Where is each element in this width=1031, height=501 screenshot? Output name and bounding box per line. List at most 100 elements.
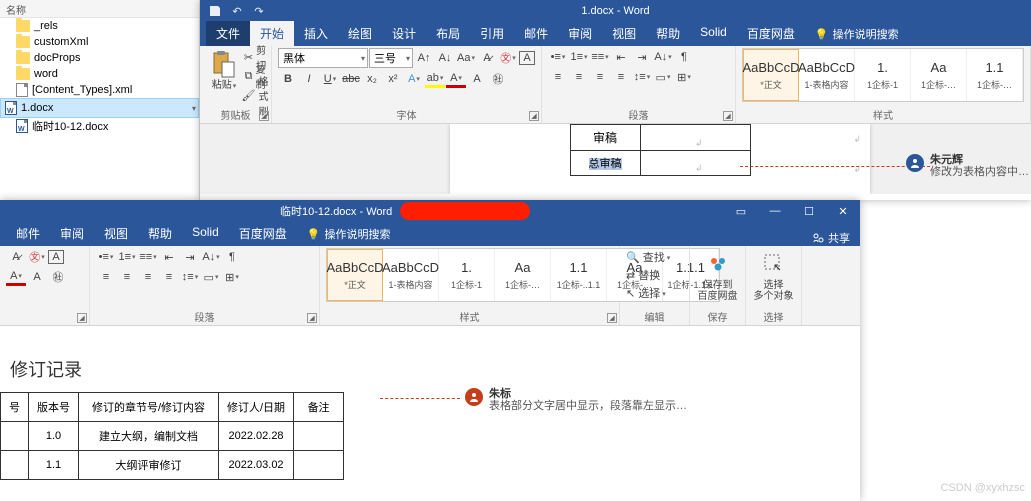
explorer-item[interactable]: word	[0, 66, 199, 82]
char-shading-button[interactable]: A	[467, 70, 487, 88]
ribbon-tab[interactable]: 邮件	[6, 221, 50, 246]
italic-button[interactable]: I	[299, 70, 319, 88]
comment-thread[interactable]: 朱标 表格部分文字居中显示，段落靠左显示…	[465, 388, 687, 412]
decrease-indent-button[interactable]: ⇤	[159, 248, 179, 266]
strike-button[interactable]: abc	[341, 70, 361, 88]
table-cell[interactable]	[1, 451, 29, 480]
table-cell[interactable]: 1.1	[29, 451, 79, 480]
ribbon-tab[interactable]: 布局	[426, 21, 470, 46]
ribbon-tab[interactable]: 绘图	[338, 21, 382, 46]
align-center-button[interactable]: ≡	[117, 268, 137, 286]
align-left-button[interactable]: ≡	[96, 268, 116, 286]
ribbon-tab[interactable]: 引用	[470, 21, 514, 46]
style-item[interactable]: AaBbCcD*正文	[327, 249, 383, 301]
multilevel-button[interactable]: ≡≡	[138, 248, 158, 266]
increase-indent-button[interactable]: ⇥	[180, 248, 200, 266]
table-row[interactable]: 1.0建立大纲，编制文档2022.02.28	[1, 422, 344, 451]
table-header[interactable]: 号	[1, 393, 29, 422]
cell-r2c2[interactable]: ↲	[640, 151, 750, 176]
subscript-button[interactable]: x₂	[362, 70, 382, 88]
cell-r1c2[interactable]: ↲	[640, 125, 750, 151]
revision-table[interactable]: 号版本号修订的章节号/修订内容修订人/日期备注 1.0建立大纲，编制文档2022…	[0, 392, 344, 480]
para-launcher[interactable]: ◢	[723, 111, 733, 121]
numbering-button[interactable]: 1≡	[117, 248, 137, 266]
sort-button[interactable]: A↓	[201, 248, 221, 266]
justify-button[interactable]: ≡	[159, 268, 179, 286]
char-border-button[interactable]: A	[48, 250, 64, 264]
shading-button[interactable]: ▭	[201, 268, 221, 286]
text-effects-button[interactable]: A	[404, 70, 424, 88]
table-header[interactable]: 修订人/日期	[219, 393, 294, 422]
style-item[interactable]: AaBbCcD1-表格内容	[383, 249, 439, 301]
explorer-item[interactable]: 临时10-12.docx	[0, 118, 199, 134]
align-right-button[interactable]: ≡	[138, 268, 158, 286]
tell-me[interactable]: 💡 操作说明搜索	[297, 222, 401, 246]
char-shading-button[interactable]: A	[27, 268, 47, 286]
line-spacing-button[interactable]: ↕≡	[180, 268, 200, 286]
grow-font-button[interactable]: A↑	[414, 49, 434, 67]
doc-heading[interactable]: 修订记录	[10, 356, 860, 382]
explorer-item[interactable]: 1.docx	[0, 98, 199, 118]
table-cell[interactable]	[1, 422, 29, 451]
explorer-header[interactable]: 名称	[0, 0, 199, 18]
explorer-item[interactable]: docProps	[0, 50, 199, 66]
style-item[interactable]: 1.11企标-…	[967, 49, 1023, 101]
table-cell[interactable]	[294, 451, 344, 480]
bullets-button[interactable]: •≡	[548, 48, 568, 66]
char-border-button[interactable]: A	[519, 51, 535, 65]
borders-button[interactable]: ⊞	[674, 68, 694, 86]
ribbon-tab[interactable]: 视图	[602, 21, 646, 46]
baidu-save-button[interactable]: 保存到 百度网盘	[696, 248, 739, 304]
ribbon-tab[interactable]: 帮助	[646, 21, 690, 46]
para-launcher[interactable]: ◢	[307, 313, 317, 323]
table-header[interactable]: 修订的章节号/修订内容	[79, 393, 219, 422]
shading-button[interactable]: ▭	[653, 68, 673, 86]
font-color-button[interactable]: A	[6, 268, 26, 286]
styles-launcher[interactable]: ◢	[607, 313, 617, 323]
format-painter-button[interactable]: 🖌格式刷	[245, 86, 265, 104]
ribbon-display-button[interactable]: ▭	[724, 200, 758, 222]
style-item[interactable]: AaBbCcD1-表格内容	[799, 49, 855, 101]
enclose-char-button[interactable]: ㊓	[488, 70, 508, 88]
table-cell[interactable]: 2022.02.28	[219, 422, 294, 451]
style-item[interactable]: 1.11企标-..1.1	[551, 249, 607, 301]
table-cell[interactable]: 建立大纲，编制文档	[79, 422, 219, 451]
save-icon[interactable]	[208, 4, 222, 18]
replace-button[interactable]: ⇄替换	[626, 266, 660, 284]
select-objects-button[interactable]: 选择 多个对象	[752, 248, 795, 304]
ribbon-tab[interactable]: 审阅	[50, 221, 94, 246]
comment-thread[interactable]: 朱元辉 修改为表格内容中…	[906, 154, 1029, 178]
change-case-button[interactable]: Aa	[456, 49, 476, 67]
ribbon-tab[interactable]: 邮件	[514, 21, 558, 46]
ribbon-tab[interactable]: Solid	[182, 221, 229, 246]
enclose-char-button[interactable]: ㊓	[48, 268, 68, 286]
table-header[interactable]: 版本号	[29, 393, 79, 422]
font-color-button[interactable]: A	[446, 70, 466, 88]
font-name-select[interactable]: 黑体	[278, 48, 368, 68]
clear-format-button[interactable]: A̷	[6, 248, 26, 266]
align-right-button[interactable]: ≡	[590, 68, 610, 86]
line-spacing-button[interactable]: ↕≡	[632, 68, 652, 86]
ribbon-tab[interactable]: Solid	[690, 21, 737, 46]
undo-icon[interactable]: ↶	[230, 4, 244, 18]
font-size-select[interactable]: 三号	[369, 48, 413, 68]
table-cell[interactable]: 大纲评审修订	[79, 451, 219, 480]
align-center-button[interactable]: ≡	[569, 68, 589, 86]
file-tab[interactable]: 文件	[206, 21, 250, 46]
bullets-button[interactable]: •≡	[96, 248, 116, 266]
clear-format-button[interactable]: A̷	[477, 49, 497, 67]
ribbon-tab[interactable]: 设计	[382, 21, 426, 46]
show-marks-button[interactable]: ¶	[222, 248, 242, 266]
find-button[interactable]: 🔍查找	[626, 248, 670, 266]
align-left-button[interactable]: ≡	[548, 68, 568, 86]
explorer-item[interactable]: customXml	[0, 34, 199, 50]
close-button[interactable]: ✕	[826, 200, 860, 222]
underline-button[interactable]: U	[320, 70, 340, 88]
phonetic-button[interactable]: ㉆	[27, 248, 47, 266]
increase-indent-button[interactable]: ⇥	[632, 48, 652, 66]
show-marks-button[interactable]: ¶	[674, 48, 694, 66]
style-item[interactable]: Aa1企标-…	[911, 49, 967, 101]
style-item[interactable]: Aa1企标-…	[495, 249, 551, 301]
table-cell[interactable]	[294, 422, 344, 451]
shrink-font-button[interactable]: A↓	[435, 49, 455, 67]
